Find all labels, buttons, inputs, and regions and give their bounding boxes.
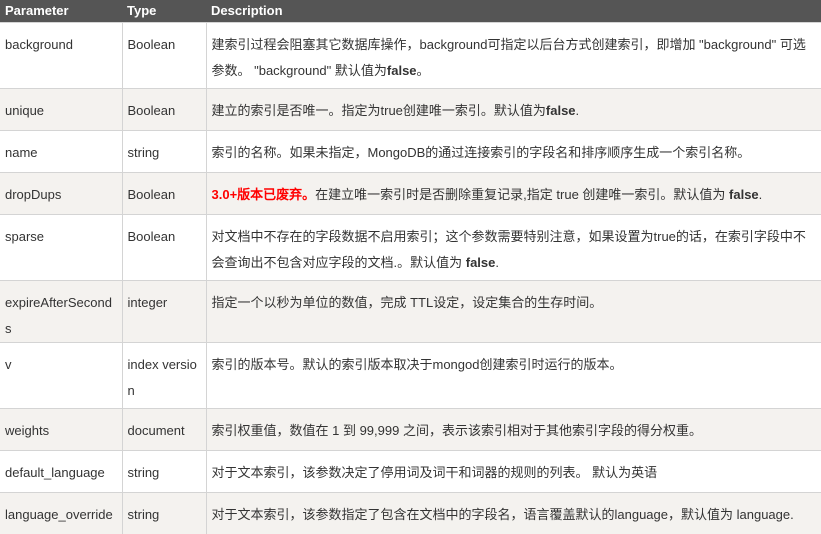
default-value: false (466, 255, 496, 270)
description-text: 索引的名称。如果未指定，MongoDB的通过连接索引的字段名和排序顺序生成一个索… (212, 145, 751, 160)
description-text: 索引的版本号。默认的索引版本取决于mongod创建索引时运行的版本。 (212, 357, 623, 372)
description-cell: 建立的索引是否唯一。指定为true创建唯一索引。默认值为false. (206, 89, 821, 131)
header-description: Description (206, 0, 821, 23)
description-suffix: . (495, 255, 499, 270)
description-cell: 对于文本索引，该参数决定了停用词及词干和词器的规则的列表。 默认为英语 (206, 451, 821, 493)
type-cell: index version (122, 343, 206, 409)
table-row: name string 索引的名称。如果未指定，MongoDB的通过连接索引的字… (0, 131, 821, 173)
default-value: false (729, 187, 759, 202)
description-text: 索引权重值，数值在 1 到 99,999 之间，表示该索引相对于其他索引字段的得… (212, 423, 702, 438)
description-cell: 索引的版本号。默认的索引版本取决于mongod创建索引时运行的版本。 (206, 343, 821, 409)
table-header: Parameter Type Description (0, 0, 821, 23)
table-row: weights document 索引权重值，数值在 1 到 99,999 之间… (0, 409, 821, 451)
table-row: background Boolean 建索引过程会阻塞其它数据库操作，backg… (0, 23, 821, 89)
description-suffix: . (759, 187, 763, 202)
description-text: 对于文本索引，该参数决定了停用词及词干和词器的规则的列表。 默认为英语 (212, 465, 658, 480)
description-text: 建立的索引是否唯一。指定为true创建唯一索引。默认值为 (212, 103, 546, 118)
description-text: 指定一个以秒为单位的数值，完成 TTL设定，设定集合的生存时间。 (212, 295, 603, 310)
header-parameter: Parameter (0, 0, 122, 23)
type-cell: Boolean (122, 215, 206, 281)
description-cell: 指定一个以秒为单位的数值，完成 TTL设定，设定集合的生存时间。 (206, 281, 821, 343)
table-row: default_language string 对于文本索引，该参数决定了停用词… (0, 451, 821, 493)
description-cell: 对文档中不存在的字段数据不启用索引；这个参数需要特别注意，如果设置为true的话… (206, 215, 821, 281)
table-row: v index version 索引的版本号。默认的索引版本取决于mongod创… (0, 343, 821, 409)
table-row: unique Boolean 建立的索引是否唯一。指定为true创建唯一索引。默… (0, 89, 821, 131)
parameter-cell: expireAfterSeconds (0, 281, 122, 343)
description-text: 建索引过程会阻塞其它数据库操作，background可指定以后台方式创建索引，即… (212, 37, 806, 78)
description-text: 对于文本索引，该参数指定了包含在文档中的字段名，语言覆盖默认的language，… (212, 507, 794, 522)
deprecation-warning: 3.0+版本已废弃。 (212, 187, 316, 202)
parameter-cell: name (0, 131, 122, 173)
parameter-cell: v (0, 343, 122, 409)
default-value: false (387, 63, 417, 78)
description-cell: 3.0+版本已废弃。在建立唯一索引时是否删除重复记录,指定 true 创建唯一索… (206, 173, 821, 215)
type-cell: Boolean (122, 89, 206, 131)
parameter-cell: sparse (0, 215, 122, 281)
description-suffix: 。 (417, 63, 430, 78)
description-text: 对文档中不存在的字段数据不启用索引；这个参数需要特别注意，如果设置为true的话… (212, 229, 806, 270)
type-cell: string (122, 131, 206, 173)
header-type: Type (122, 0, 206, 23)
default-value: false (546, 103, 576, 118)
description-cell: 索引的名称。如果未指定，MongoDB的通过连接索引的字段名和排序顺序生成一个索… (206, 131, 821, 173)
table-row: expireAfterSeconds integer 指定一个以秒为单位的数值，… (0, 281, 821, 343)
table-row: language_override string 对于文本索引，该参数指定了包含… (0, 493, 821, 534)
parameter-cell: dropDups (0, 173, 122, 215)
description-cell: 索引权重值，数值在 1 到 99,999 之间，表示该索引相对于其他索引字段的得… (206, 409, 821, 451)
parameter-cell: default_language (0, 451, 122, 493)
index-options-table: Parameter Type Description background Bo… (0, 0, 821, 534)
type-cell: Boolean (122, 173, 206, 215)
description-cell: 建索引过程会阻塞其它数据库操作，background可指定以后台方式创建索引，即… (206, 23, 821, 89)
parameter-cell: language_override (0, 493, 122, 534)
description-suffix: . (576, 103, 580, 118)
type-cell: document (122, 409, 206, 451)
parameter-cell: background (0, 23, 122, 89)
description-text: 在建立唯一索引时是否删除重复记录,指定 true 创建唯一索引。默认值为 (315, 187, 729, 202)
parameter-cell: unique (0, 89, 122, 131)
type-cell: string (122, 451, 206, 493)
table-row: sparse Boolean 对文档中不存在的字段数据不启用索引；这个参数需要特… (0, 215, 821, 281)
parameter-cell: weights (0, 409, 122, 451)
type-cell: Boolean (122, 23, 206, 89)
type-cell: integer (122, 281, 206, 343)
description-cell: 对于文本索引，该参数指定了包含在文档中的字段名，语言覆盖默认的language，… (206, 493, 821, 534)
type-cell: string (122, 493, 206, 534)
table-row: dropDups Boolean 3.0+版本已废弃。在建立唯一索引时是否删除重… (0, 173, 821, 215)
